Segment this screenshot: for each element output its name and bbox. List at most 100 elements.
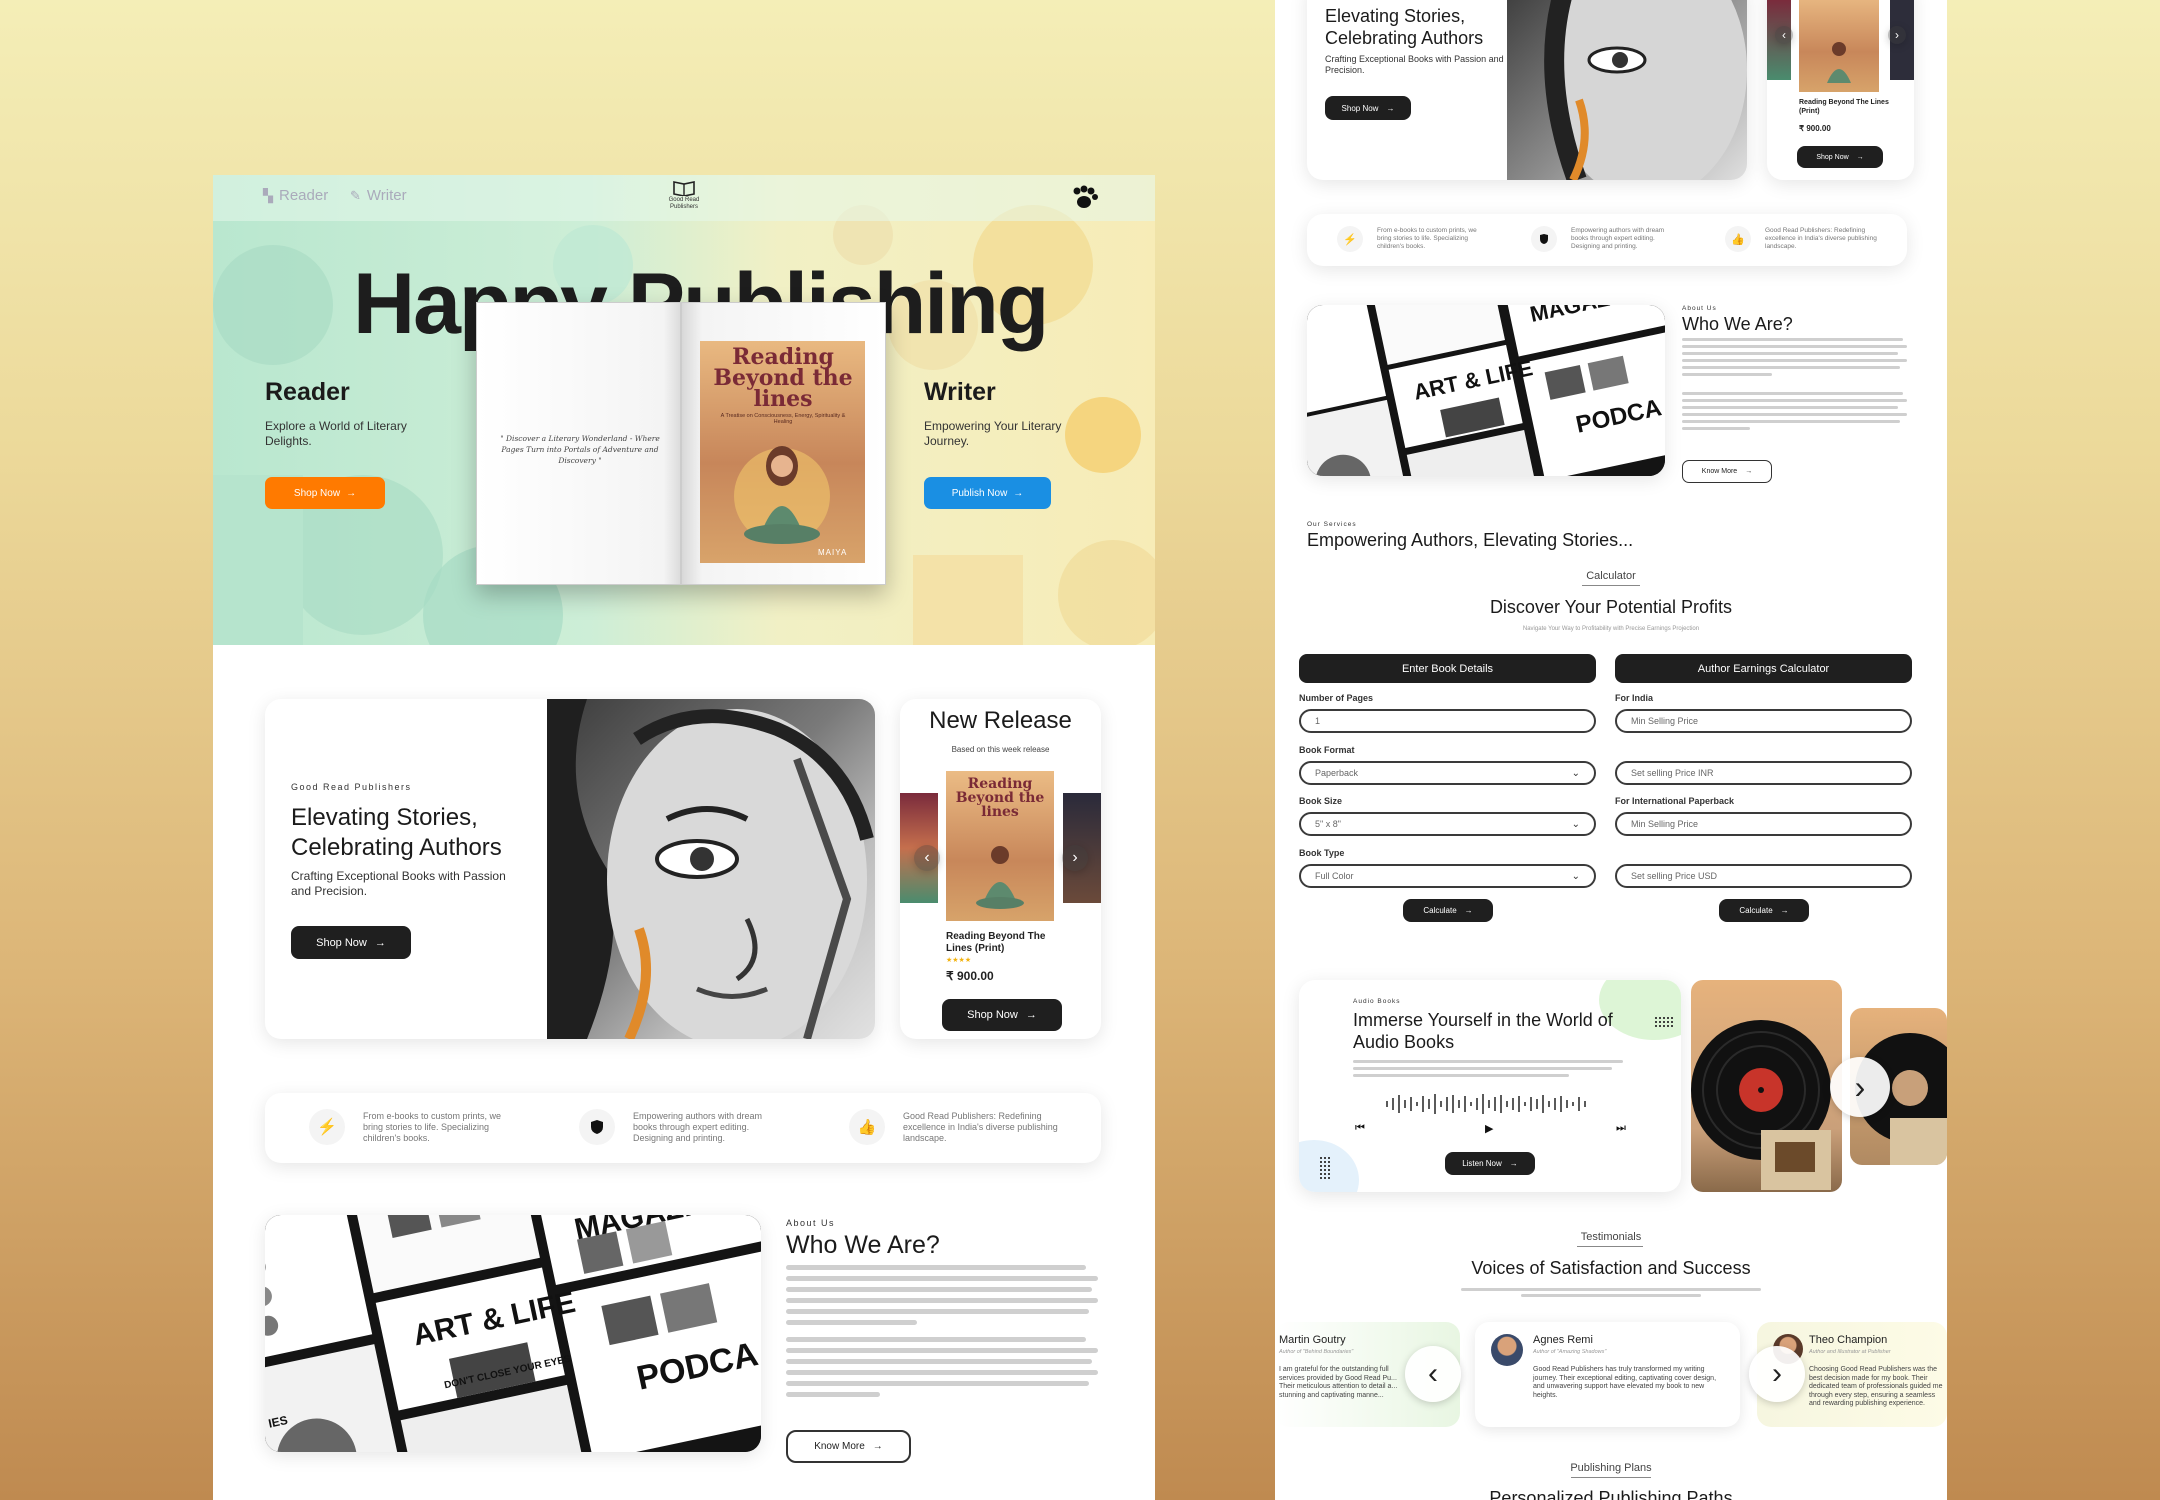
promo-shop-now-button[interactable]: Shop Now → (1325, 96, 1411, 120)
testimonial-text: Choosing Good Read Publishers was the be… (1809, 1366, 1943, 1407)
arrow-right-icon: → (346, 487, 357, 499)
carousel-prev-button[interactable]: ‹ (1775, 26, 1793, 44)
site-logo[interactable]: Good Read Publishers (662, 180, 706, 211)
paw-icon[interactable] (1069, 185, 1099, 211)
feature-item: 👍 Good Read Publishers: Redefining excel… (1725, 226, 1885, 252)
cover-author: MAIYA (818, 548, 848, 557)
magazine-collage-illustration: ART & LIFE MAGAZIN PODCA (1307, 305, 1665, 476)
new-release-card: ‹ › Reading Beyond The Lines (Print) ₹ 9… (1767, 0, 1914, 180)
chevron-down-icon: ⌄ (1571, 870, 1580, 882)
nav-reader-link[interactable]: ▚ Reader (263, 187, 328, 204)
arrow-right-icon: → (1386, 103, 1395, 113)
testimonial-card: Agnes Remi Author of "Amazing Shadows" G… (1475, 1322, 1740, 1427)
arrow-right-icon: → (1025, 1009, 1037, 1021)
release-book-title: Reading Beyond The Lines (Print) (1799, 99, 1889, 115)
top-nav: ▚ Reader ✎ Writer Good Read Publishers (213, 175, 1155, 221)
nav-writer-link[interactable]: ✎ Writer (350, 187, 407, 204)
about-title: Who We Are? (1682, 314, 1793, 334)
about-know-more-button[interactable]: Know More → (786, 1430, 911, 1463)
audio-kicker: Audio Books (1353, 998, 1401, 1005)
release-book-cover[interactable]: Reading Beyond the lines (946, 771, 1054, 921)
shield-icon (1531, 226, 1557, 252)
promo-subtitle: Crafting Exceptional Books with Passion … (1325, 54, 1504, 75)
services-title: Empowering Authors, Elevating Stories... (1307, 530, 1634, 550)
calculator-tab[interactable]: Calculator (1275, 570, 1947, 582)
carousel-prev-button[interactable]: ‹ (914, 845, 940, 871)
book-icon: ▚ (263, 187, 273, 203)
intl-min-price-input[interactable]: Min Selling Price (1615, 812, 1912, 836)
carousel-next-button[interactable]: › (1062, 845, 1088, 871)
skip-back-icon[interactable]: ⏮ (1355, 1122, 1365, 1135)
plans-tab[interactable]: Publishing Plans (1275, 1462, 1947, 1474)
promo-title-1: Elevating Stories, (1325, 6, 1466, 26)
india-selling-price-input[interactable]: Set selling Price INR (1615, 761, 1912, 785)
intl-label: For International Paperback (1615, 796, 1735, 806)
about-paragraph-1 (786, 1265, 1098, 1331)
release-book-cover[interactable] (1799, 0, 1879, 92)
open-book-logo-icon (673, 181, 695, 196)
testimonial-name: Theo Champion (1809, 1334, 1888, 1346)
type-label: Book Type (1299, 848, 1345, 858)
feature-item: 👍 Good Read Publishers: Redefining excel… (849, 1109, 1063, 1145)
promo-banner-card: Good Read Publishers Elevating Stories, … (265, 699, 875, 1039)
shield-icon (579, 1109, 615, 1145)
new-release-subtitle: Based on this week release (951, 745, 1050, 754)
carousel-next-button[interactable]: › (1888, 26, 1906, 44)
india-min-price-input[interactable]: Min Selling Price (1615, 709, 1912, 733)
promo-shop-now-button[interactable]: Shop Now → (291, 926, 411, 959)
arrow-right-icon: → (374, 936, 386, 949)
reader-shop-now-button[interactable]: Shop Now → (265, 477, 385, 509)
calculate-button[interactable]: Calculate → (1719, 899, 1809, 922)
audio-title-1: Immerse Yourself in the World of (1353, 1010, 1613, 1030)
writer-publish-now-button[interactable]: Publish Now → (924, 477, 1051, 509)
arrow-right-icon: → (1780, 906, 1789, 915)
release-price: ₹ 900.00 (1799, 124, 1831, 133)
size-select[interactable]: 5" x 8" ⌄ (1299, 812, 1596, 836)
arrow-right-icon: → (872, 1441, 883, 1452)
about-paragraph-2 (786, 1337, 1098, 1403)
format-select[interactable]: Paperback ⌄ (1299, 761, 1596, 785)
about-kicker: About Us (1682, 305, 1717, 312)
feature-item: Empowering authors with dream books thro… (579, 1109, 783, 1145)
skip-forward-icon[interactable]: ⏭ (1616, 1122, 1626, 1135)
testimonial-name: Martin Goutry (1279, 1334, 1346, 1346)
vinyl-record-image (1691, 980, 1842, 1192)
intl-selling-price-input[interactable]: Set selling Price USD (1615, 864, 1912, 888)
release-rating-stars: ★★★★ (946, 957, 972, 964)
testimonial-name: Agnes Remi (1533, 1334, 1593, 1346)
testimonials-tab[interactable]: Testimonials (1275, 1231, 1947, 1243)
testimonial-next-button[interactable]: › (1749, 1346, 1805, 1402)
pages-input[interactable]: 1 (1299, 709, 1596, 733)
writer-heading: Writer (924, 378, 996, 406)
calculator-subtitle: Navigate Your Way to Profitability with … (1522, 626, 1700, 632)
audio-carousel-next-button[interactable]: › (1830, 1057, 1890, 1117)
plans-tab-underline (1571, 1477, 1651, 1478)
about-paragraph-2 (1682, 392, 1907, 434)
chevron-down-icon: ⌄ (1571, 818, 1580, 830)
hero-open-book: " Discover a Literary Wonderland - Where… (476, 302, 886, 585)
promo-banner-card: Elevating Stories, Celebrating Authors C… (1307, 0, 1747, 180)
avatar (1491, 1334, 1523, 1366)
reader-subtitle: Explore a World of Literary Delights. (265, 419, 407, 448)
about-paragraph-1 (1682, 338, 1907, 380)
feature-text: Empowering authors with dream books thro… (1571, 227, 1665, 250)
book-left-page: " Discover a Literary Wonderland - Where… (476, 302, 681, 585)
calculate-button[interactable]: Calculate → (1403, 899, 1493, 922)
about-kicker: About Us (786, 1218, 836, 1228)
release-shop-now-button[interactable]: Shop Now → (1797, 146, 1883, 168)
book-quote: " Discover a Literary Wonderland - Where… (500, 434, 660, 465)
about-know-more-button[interactable]: Know More → (1682, 460, 1772, 483)
type-select[interactable]: Full Color ⌄ (1299, 864, 1596, 888)
play-icon[interactable]: ▶ (1485, 1122, 1493, 1135)
release-shop-now-button[interactable]: Shop Now → (942, 999, 1062, 1031)
promo-title-2: Celebrating Authors (1325, 28, 1484, 48)
testimonial-prev-button[interactable]: ‹ (1405, 1346, 1461, 1402)
promo-title-1: Elevating Stories, (291, 804, 478, 831)
dots-grid-icon (1319, 1156, 1331, 1180)
thumbs-up-icon: 👍 (849, 1109, 885, 1145)
calculator-tab-underline (1582, 585, 1640, 586)
feature-item: ⚡ From e-books to custom prints, we brin… (309, 1109, 513, 1145)
pages-label: Number of Pages (1299, 693, 1374, 703)
listen-now-button[interactable]: Listen Now → (1445, 1152, 1535, 1175)
testimonial-text: Good Read Publishers has truly transform… (1533, 1366, 1717, 1399)
